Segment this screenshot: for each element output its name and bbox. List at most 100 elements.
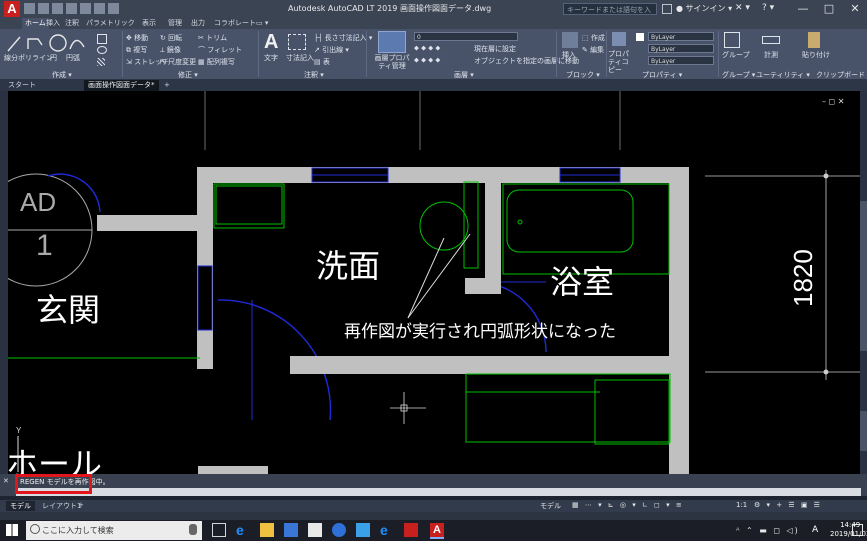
signin-button[interactable]: ● サインイン ▾ bbox=[676, 3, 732, 14]
polyline-button[interactable]: ポリライン bbox=[18, 53, 53, 63]
scale-button[interactable]: ⇱ 尺度変更 bbox=[160, 57, 196, 67]
modify-panel-title[interactable]: 修正 ▾ bbox=[178, 70, 198, 79]
trim-button[interactable]: ✂ トリム bbox=[198, 33, 227, 43]
paste-icon[interactable] bbox=[808, 32, 820, 48]
binoculars-icon[interactable] bbox=[662, 4, 672, 14]
status-tools[interactable]: ⚙ ▾ + ☰ ▣ ☰ bbox=[754, 501, 822, 509]
layer-panel-title[interactable]: 画層 ▾ bbox=[454, 70, 474, 79]
draw-panel-title[interactable]: 作成 ▾ bbox=[52, 70, 72, 79]
insert-button[interactable]: 挿入 bbox=[562, 50, 576, 60]
tab-parametric[interactable]: パラメトリック bbox=[86, 18, 135, 29]
tab-more[interactable]: ▭ ▾ bbox=[256, 18, 268, 29]
autocad-taskbar-icon[interactable]: A bbox=[430, 523, 444, 539]
status-toggles[interactable]: ▦ ⋯ ▾ ⊾ ◎ ▾ ∟ ◻ ▾ ≡ bbox=[572, 501, 684, 509]
tab-layout1[interactable]: レイアウト1 bbox=[42, 501, 81, 511]
tab-insert[interactable]: 挿入 bbox=[46, 18, 60, 29]
command-close-icon[interactable]: ✕ bbox=[3, 477, 9, 485]
group-icon[interactable] bbox=[724, 32, 740, 48]
layer-properties-button[interactable]: 画層プロパティ管理 bbox=[372, 54, 412, 70]
command-input[interactable] bbox=[16, 488, 861, 496]
autocad-logo-icon[interactable]: A bbox=[4, 1, 20, 17]
linear-dim-button[interactable]: ├┤ 長さ寸法記入 ▾ bbox=[314, 33, 372, 43]
layer-properties-icon[interactable] bbox=[378, 31, 406, 53]
ime-indicator[interactable]: A bbox=[812, 525, 818, 535]
app-icon[interactable] bbox=[284, 523, 298, 537]
layer-dropdown[interactable]: 0 bbox=[414, 32, 518, 41]
dimension-icon[interactable] bbox=[288, 34, 306, 50]
notification-icon[interactable] bbox=[852, 524, 863, 536]
edit-block-button[interactable]: ✎ 編集 bbox=[582, 45, 604, 55]
tab-output[interactable]: 出力 bbox=[191, 18, 205, 29]
open-file-icon[interactable] bbox=[38, 3, 49, 14]
tab-manage[interactable]: 管理 bbox=[168, 18, 182, 29]
drawing-canvas[interactable]: Y 洗面 浴室 玄関 ホール 再作図が実行され円弧形状になった 1820 AD … bbox=[8, 91, 860, 474]
new-tab-button[interactable]: + bbox=[160, 80, 174, 91]
store-icon[interactable] bbox=[308, 523, 322, 537]
help-search-input[interactable]: キーワードまたは語句を入力 bbox=[563, 3, 657, 26]
group-panel-title[interactable]: グループ ▾ bbox=[722, 70, 755, 79]
windows-start-icon[interactable] bbox=[6, 524, 18, 536]
file-explorer-icon[interactable] bbox=[260, 523, 274, 537]
microphone-icon[interactable] bbox=[189, 524, 197, 535]
move-button[interactable]: ✥ 移動 bbox=[126, 33, 148, 43]
ie-icon[interactable]: e bbox=[380, 523, 394, 537]
color-dropdown[interactable]: ByLayer bbox=[648, 32, 714, 41]
mirror-button[interactable]: ⟂ 鏡像 bbox=[160, 45, 181, 55]
tab-annotate[interactable]: 注釈 bbox=[65, 18, 79, 29]
properties-palette-tab[interactable] bbox=[860, 411, 867, 451]
annotation-panel-title[interactable]: 注釈 ▾ bbox=[304, 70, 324, 79]
block-panel-title[interactable]: ブロック ▾ bbox=[566, 70, 600, 79]
plot-icon[interactable] bbox=[80, 3, 91, 14]
undo-icon[interactable] bbox=[94, 3, 105, 14]
palette-strip[interactable] bbox=[860, 91, 867, 474]
add-layout-button[interactable]: + bbox=[78, 501, 84, 509]
app-icon[interactable] bbox=[332, 523, 346, 537]
dimension-button[interactable]: 寸法記入 bbox=[286, 53, 314, 63]
annotation-scale[interactable]: 1:1 bbox=[736, 501, 747, 509]
table-button[interactable]: ▤ 表 bbox=[314, 57, 330, 67]
match-properties-icon[interactable] bbox=[612, 32, 626, 46]
clipboard-panel-title[interactable]: クリップボード ▾ bbox=[816, 70, 867, 79]
rectangle-icon[interactable] bbox=[97, 34, 107, 44]
create-block-button[interactable]: ⬚ 作成 bbox=[582, 33, 605, 43]
exchange-icon[interactable]: ✕ ▾ bbox=[735, 3, 750, 13]
array-button[interactable]: ▦ 配列複写 bbox=[198, 57, 235, 67]
tab-model[interactable]: モデル bbox=[6, 501, 35, 511]
help-icon[interactable]: ? ▾ bbox=[762, 3, 774, 13]
new-file-icon[interactable] bbox=[24, 3, 35, 14]
hatch-icon[interactable] bbox=[97, 58, 105, 66]
insert-block-icon[interactable] bbox=[562, 32, 578, 48]
task-view-icon[interactable] bbox=[212, 523, 226, 537]
app-icon[interactable] bbox=[404, 523, 418, 537]
tray-icons[interactable]: ᴬ ⌃ ▬ ◻ ◁) bbox=[736, 526, 800, 535]
line-button[interactable]: 線分 bbox=[4, 53, 18, 63]
save-icon[interactable] bbox=[52, 3, 63, 14]
viewport-controls[interactable]: – ◻ ✕ bbox=[822, 97, 844, 106]
taskbar-search-input[interactable]: ここに入力して検索 bbox=[26, 521, 202, 540]
model-space-button[interactable]: モデル bbox=[540, 501, 561, 511]
ellipse-icon[interactable] bbox=[97, 46, 107, 54]
tab-drawing[interactable]: 画面操作図面データ* bbox=[84, 80, 159, 91]
edge-icon[interactable]: e bbox=[236, 523, 250, 537]
save-as-icon[interactable] bbox=[66, 3, 77, 14]
copy-button[interactable]: ⧉ 複写 bbox=[126, 45, 147, 55]
group-button[interactable]: グループ bbox=[722, 50, 750, 60]
properties-panel-title[interactable]: プロパティ ▾ bbox=[642, 70, 682, 79]
lineweight-dropdown[interactable]: ByLayer bbox=[648, 56, 714, 65]
paste-button[interactable]: 貼り付け bbox=[802, 50, 830, 60]
layer-palette-tab[interactable] bbox=[860, 201, 867, 351]
color-swatch-icon[interactable] bbox=[636, 33, 644, 41]
cortana-icon[interactable] bbox=[30, 524, 40, 534]
rotate-button[interactable]: ↻ 回転 bbox=[160, 33, 182, 43]
utilities-panel-title[interactable]: ユーティリティ ▾ bbox=[756, 70, 810, 79]
measure-icon[interactable] bbox=[762, 36, 780, 44]
tab-view[interactable]: 表示 bbox=[142, 18, 156, 29]
measure-button[interactable]: 計測 bbox=[764, 50, 778, 60]
leader-button[interactable]: ↗ 引出線 ▾ bbox=[314, 45, 349, 55]
set-current-layer-button[interactable]: 現在層に設定 bbox=[474, 44, 516, 54]
text-button[interactable]: 文字 bbox=[264, 53, 278, 63]
linetype-dropdown[interactable]: ByLayer bbox=[648, 44, 714, 53]
close-button[interactable]: ✕ bbox=[840, 1, 867, 17]
app-icon[interactable] bbox=[356, 523, 370, 537]
tab-home[interactable]: ホーム bbox=[22, 18, 49, 29]
